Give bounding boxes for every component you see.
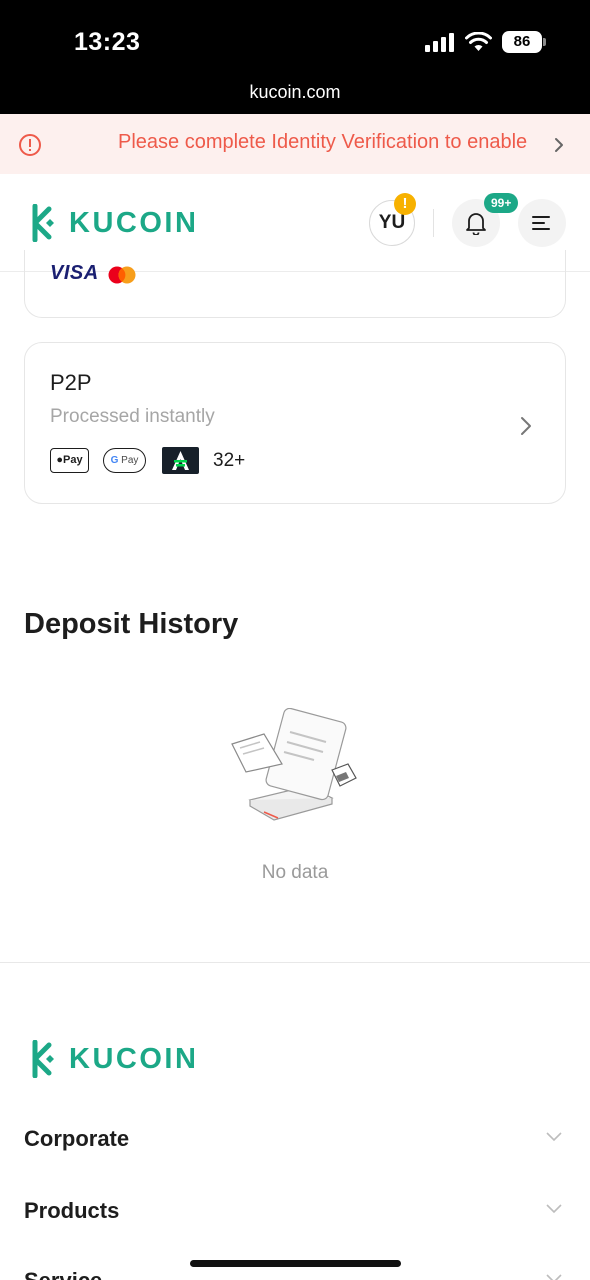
url-bar[interactable]: kucoin.com: [0, 74, 590, 114]
kucoin-logo[interactable]: KUCOIN: [24, 204, 198, 242]
chevron-down-icon: [546, 1274, 562, 1280]
status-time: 13:23: [74, 28, 141, 56]
cellular-signal-icon: [425, 33, 454, 52]
p2p-title: P2P: [50, 370, 92, 395]
google-pay-logo: G Pay: [103, 448, 146, 473]
notification-count-badge: 99+: [484, 193, 519, 213]
battery-indicator: 86: [502, 31, 546, 53]
verification-banner[interactable]: Please complete Identity Verification to…: [0, 114, 590, 174]
kucoin-logo-mark-icon: [32, 204, 54, 242]
google-pay-label: Pay: [121, 455, 139, 466]
chevron-down-icon: [546, 1204, 562, 1214]
hamburger-menu-icon: [532, 216, 550, 230]
footer-logo-text: KUCOIN: [69, 1042, 199, 1075]
header-divider: [433, 209, 434, 237]
mastercard-logo-icon: [108, 266, 136, 284]
alert-circle-icon: [19, 134, 41, 156]
chevron-right-icon: [555, 138, 563, 152]
empty-state-text: No data: [261, 862, 329, 883]
kucoin-logo-mark-icon: [32, 1040, 54, 1078]
status-bar: 13:23 86: [0, 0, 590, 74]
apple-pay-label: Pay: [63, 454, 83, 466]
banner-text: Please complete Identity Verification to…: [118, 131, 528, 153]
logo-text: KUCOIN: [69, 206, 199, 239]
footer-section-label: Service: [24, 1268, 102, 1280]
cash-app-icon: [172, 451, 189, 470]
apple-pay-logo: ●Pay: [50, 448, 89, 473]
section-divider: [0, 962, 590, 963]
cash-app-logo: [162, 447, 199, 474]
chevron-down-icon: [546, 1132, 562, 1142]
more-payment-methods-count: 32+: [213, 449, 246, 471]
footer-section-label: Corporate: [24, 1126, 130, 1151]
visa-logo: VISA: [50, 262, 99, 284]
empty-state-illustration-icon: [231, 708, 357, 821]
card-payment-option[interactable]: VISA: [24, 250, 566, 318]
payment-methods-row: ●Pay G Pay 32+: [50, 447, 245, 474]
footer-section-corporate[interactable]: Corporate: [0, 1120, 590, 1160]
bell-icon: [466, 213, 486, 235]
deposit-history-title: Deposit History: [24, 608, 239, 640]
p2p-payment-option[interactable]: P2P Processed instantly ●Pay G Pay 32+: [24, 342, 566, 504]
footer-kucoin-logo[interactable]: KUCOIN: [24, 1040, 198, 1078]
status-icons: 86: [425, 31, 546, 53]
footer-section-products[interactable]: Products: [0, 1192, 590, 1232]
p2p-subtitle: Processed instantly: [50, 406, 215, 427]
home-indicator[interactable]: [190, 1260, 401, 1267]
footer-section-label: Products: [24, 1198, 120, 1223]
wifi-icon: [465, 32, 492, 51]
chevron-right-icon: [521, 417, 531, 435]
avatar-alert-badge: !: [394, 193, 416, 215]
menu-button[interactable]: [518, 199, 566, 247]
google-g-icon: G: [110, 455, 119, 466]
